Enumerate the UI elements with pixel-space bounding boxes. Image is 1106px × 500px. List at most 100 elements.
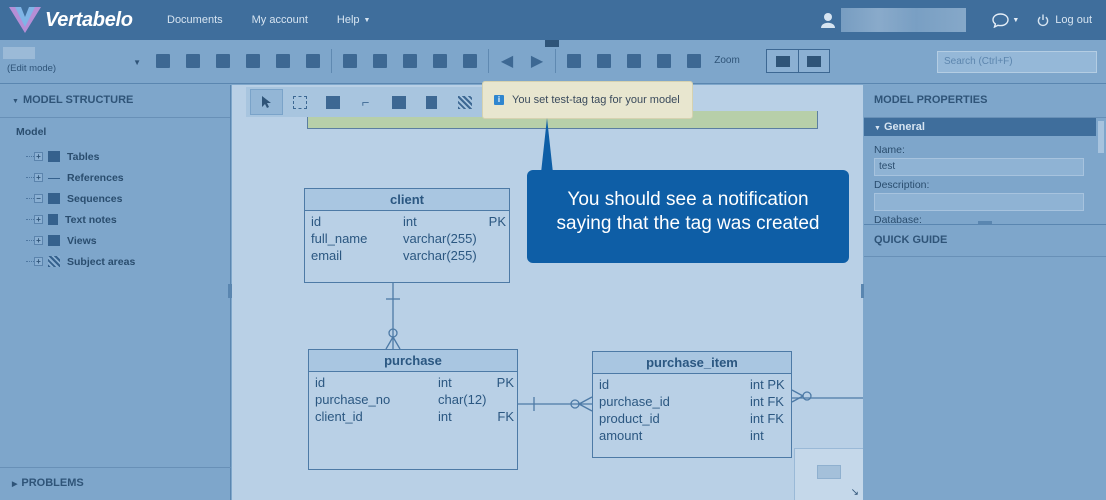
tree-item-text-notes[interactable]: + Text notes (0, 209, 230, 230)
chevron-down-icon: ▼ (12, 98, 19, 105)
expand-icon[interactable]: + (34, 215, 43, 224)
table-purchase[interactable]: purchase id int PK purchase_no char(12) … (308, 349, 518, 470)
general-section-toggle[interactable]: ▼ General (864, 118, 1096, 136)
chat-menu[interactable]: ▼ (992, 12, 1019, 28)
tutorial-callout: You should see a notification saying tha… (527, 170, 849, 263)
zoom-button[interactable]: Zoom (709, 49, 745, 73)
layout-left-button[interactable] (767, 50, 798, 72)
user-menu[interactable] (821, 8, 967, 32)
tree-item-label: Tables (67, 150, 100, 163)
redo-button[interactable]: ▶ (522, 49, 552, 73)
table-row[interactable]: client_id int FK (309, 409, 517, 426)
toolbar-buttons: ◀ ▶ Zoom (148, 49, 745, 73)
expand-icon[interactable]: + (34, 236, 43, 245)
column-name: full_name (311, 231, 368, 246)
model-selector[interactable]: (Edit mode) ▼ (3, 44, 145, 78)
nav-my-account[interactable]: My account (252, 14, 308, 26)
tree-item-subject-areas[interactable]: + Subject areas (0, 251, 230, 272)
cut-button[interactable] (425, 49, 455, 73)
column-type: varchar(255) (403, 231, 477, 246)
column-key: FK (497, 409, 514, 424)
table-row[interactable]: purchase_no char(12) (309, 392, 517, 409)
column-key: PK (496, 375, 514, 390)
expand-icon[interactable]: − (34, 194, 43, 203)
table-row[interactable]: amount int (593, 428, 791, 445)
table-purchase-item[interactable]: purchase_item id int PK purchase_id int … (592, 351, 792, 458)
expand-icon[interactable]: + (34, 173, 43, 182)
expand-icon[interactable]: + (34, 257, 43, 266)
table-title: purchase_item (593, 352, 791, 374)
tree-root-model[interactable]: Model (0, 126, 230, 146)
column-name: id (599, 377, 610, 392)
callout-pointer (541, 118, 553, 173)
layout-right-button[interactable] (798, 50, 829, 72)
column-type: int FK (750, 394, 784, 409)
generate-sql-button[interactable] (268, 49, 298, 73)
table-row[interactable]: full_name varchar(255) (305, 231, 509, 248)
table-row[interactable]: purchase_id int FK (593, 394, 791, 411)
description-field[interactable] (874, 193, 1084, 211)
note-icon (48, 214, 58, 225)
export-pdf-button[interactable] (298, 49, 328, 73)
line-style-button[interactable] (679, 49, 709, 73)
table-row[interactable]: product_id int FK (593, 411, 791, 428)
resize-arrow-icon[interactable]: ↘ (851, 487, 859, 498)
collapse-toolbar-toggle[interactable] (545, 40, 559, 47)
print-button[interactable] (238, 49, 268, 73)
tree-item-sequences[interactable]: − Sequences (0, 188, 230, 209)
copy-button[interactable] (335, 49, 365, 73)
logout-button[interactable]: Log out (1037, 14, 1092, 27)
scissors-icon (433, 54, 447, 68)
model-structure-header[interactable]: ▼ MODEL STRUCTURE (0, 85, 230, 118)
user-icon (821, 13, 836, 28)
brand-name: Vertabelo (45, 8, 133, 31)
table-client[interactable]: client id int PK full_name varchar(255) … (304, 188, 510, 283)
print-icon (246, 54, 260, 68)
tree-item-label: References (67, 171, 124, 184)
quick-guide-header[interactable]: QUICK GUIDE (864, 224, 1106, 257)
name-field[interactable]: test (874, 158, 1084, 176)
distribute-button[interactable] (619, 49, 649, 73)
view-icon (48, 235, 60, 246)
tree-item-views[interactable]: + Views (0, 230, 230, 251)
properties-scrollbar[interactable] (1098, 121, 1104, 153)
minimap-viewport[interactable] (817, 465, 841, 479)
search-input[interactable]: Search (Ctrl+F) (937, 51, 1097, 73)
duplicate-button[interactable] (395, 49, 425, 73)
copy-icon (343, 54, 357, 68)
undo-button[interactable]: ◀ (492, 49, 522, 73)
table-title: client (305, 189, 509, 211)
nav-help[interactable]: Help ▼ (337, 14, 371, 26)
arrow-left-icon: ◀ (500, 53, 514, 70)
delete-button[interactable] (455, 49, 485, 73)
minimap[interactable]: ↘ (794, 448, 863, 500)
vertabelo-logo[interactable]: Vertabelo (9, 7, 159, 33)
column-name: amount (599, 428, 643, 443)
table-row[interactable]: email varchar(255) (305, 248, 509, 265)
column-name: client_id (315, 409, 363, 424)
table-row[interactable]: id int PK (305, 214, 509, 231)
table-row[interactable]: id int PK (309, 375, 517, 392)
sql-icon (276, 54, 290, 68)
edit-style-button[interactable] (559, 49, 589, 73)
save-button[interactable] (148, 49, 178, 73)
problems-title: PROBLEMS (21, 477, 84, 489)
export-image-button[interactable] (208, 49, 238, 73)
column-type: int (403, 214, 417, 229)
table-row[interactable]: id int PK (593, 377, 791, 394)
share-button[interactable] (178, 49, 208, 73)
paste-button[interactable] (365, 49, 395, 73)
expand-icon[interactable]: + (34, 152, 43, 161)
problems-panel-header[interactable]: ▶ PROBLEMS (0, 467, 231, 500)
nav-documents[interactable]: Documents (167, 14, 223, 26)
table-title: purchase (309, 350, 517, 372)
arrange-button[interactable] (649, 49, 679, 73)
logo-icon (9, 7, 41, 33)
tree-item-references[interactable]: + References (0, 167, 230, 188)
chevron-right-icon: ▶ (12, 481, 18, 488)
align-button[interactable] (589, 49, 619, 73)
tree-item-tables[interactable]: + Tables (0, 146, 230, 167)
arrow-right-icon: ▶ (530, 53, 544, 70)
column-name: id (311, 214, 322, 229)
column-name: purchase_no (315, 392, 391, 407)
